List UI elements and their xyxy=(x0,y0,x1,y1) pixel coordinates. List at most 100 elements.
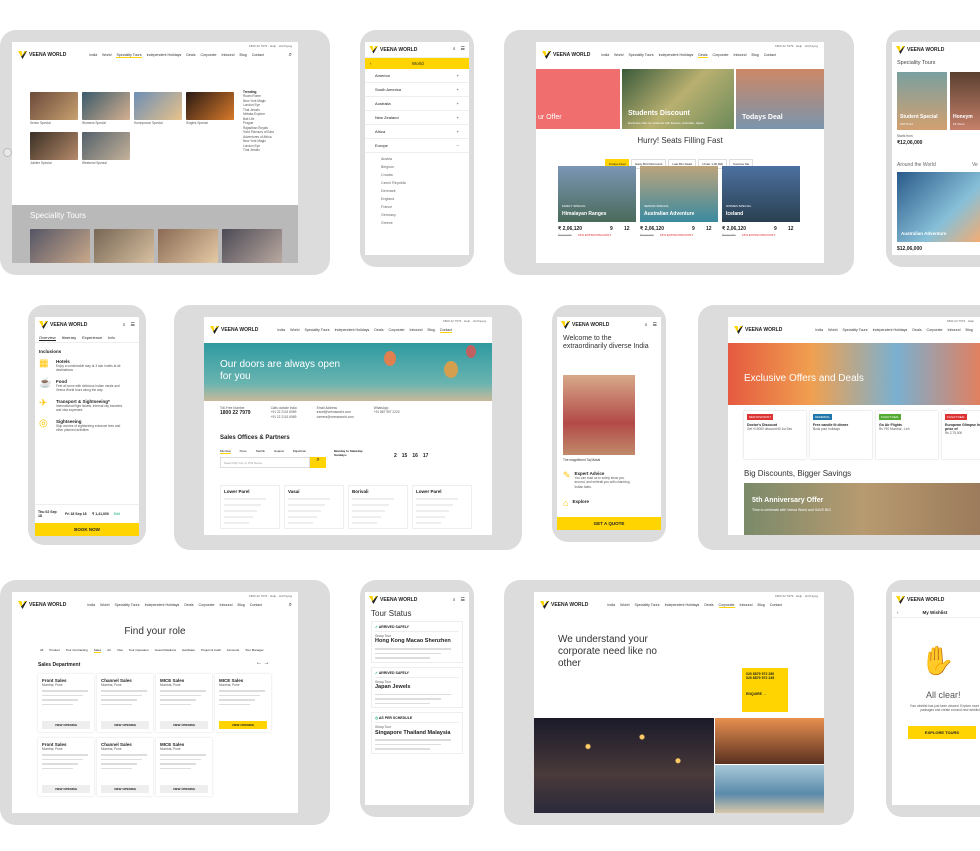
deal-card-image[interactable]: SENIOR SPECIAL Australian Adventure xyxy=(640,166,718,222)
nav-independent[interactable]: Independent Holidays xyxy=(873,328,908,332)
expand-icon[interactable]: + xyxy=(457,129,459,134)
nav-speciality[interactable]: Speciality Tours xyxy=(304,328,329,333)
expand-icon[interactable]: + xyxy=(457,115,459,120)
phone-number[interactable]: 1800 22 7979 xyxy=(249,44,267,48)
book-now-button[interactable]: BOOK NOW xyxy=(35,523,139,536)
nav-speciality[interactable]: Speciality Tours xyxy=(114,603,139,607)
search-icon[interactable]: ⌕ xyxy=(453,597,456,603)
role-filter[interactable]: Guest Relations xyxy=(155,648,176,653)
region-item[interactable]: Africa + xyxy=(365,125,469,139)
job-card[interactable]: Front Sales Mumbai, Pune VIEW OPENING xyxy=(38,674,94,732)
search-icon[interactable]: ⌕ xyxy=(123,322,126,328)
tile-image-singles[interactable] xyxy=(186,92,234,120)
nav-inbound[interactable]: Inbound xyxy=(734,53,747,58)
nav-blog[interactable]: Blog xyxy=(752,53,759,58)
tile-image-jubilee[interactable] xyxy=(30,132,78,160)
nav-world[interactable]: World xyxy=(100,603,109,607)
nav-india[interactable]: India xyxy=(815,328,823,332)
nav-independent[interactable]: Independent Holidays xyxy=(145,603,180,607)
nav-corporate[interactable]: Corporate xyxy=(389,328,405,333)
city-tab[interactable]: Mumbai xyxy=(220,449,231,454)
country-item[interactable]: France xyxy=(381,203,453,211)
city-tab[interactable]: Pune xyxy=(240,449,247,454)
nav-corporate[interactable]: Corporate xyxy=(713,53,729,58)
expand-icon[interactable]: + xyxy=(457,101,459,106)
offer-card[interactable]: FLIGHT DEAL European Glimpse Inclusive pr… xyxy=(942,411,980,459)
tour-image-4[interactable] xyxy=(222,229,282,263)
nav-speciality[interactable]: Speciality Tours xyxy=(628,53,653,58)
honeymoon-card[interactable]: Honeym 16 Tours xyxy=(950,72,980,130)
logo[interactable]: VEENA WORLD xyxy=(896,46,944,54)
help-link[interactable]: Help xyxy=(968,319,974,323)
logo[interactable]: VEENA WORLD xyxy=(896,596,944,604)
user-greeting[interactable]: Hi,Prayog xyxy=(805,594,818,598)
country-item[interactable]: Germany xyxy=(381,211,453,219)
tour-status-card[interactable]: ✓ ARRIVED SAFELY Group Tour Japan Jewels xyxy=(371,666,463,709)
logo[interactable]: VEENA WORLD xyxy=(18,51,66,59)
logo[interactable]: VEENA WORLD xyxy=(734,326,782,334)
nav-corporate[interactable]: Corporate xyxy=(201,53,217,58)
nav-contact[interactable]: Contact xyxy=(770,603,782,608)
city-tab[interactable]: Rajasthan xyxy=(293,449,307,454)
tile-label-jubilee[interactable]: Jubilee Special xyxy=(30,161,51,165)
role-filter[interactable]: Accounts xyxy=(227,648,239,653)
tab-overview[interactable]: Overview xyxy=(39,335,56,341)
region-item[interactable]: America + xyxy=(365,69,469,83)
help-link[interactable]: Help xyxy=(796,44,802,48)
nav-world[interactable]: World xyxy=(102,53,111,58)
phone-number[interactable]: 1800 22 7979 xyxy=(249,594,267,598)
city-search-input[interactable]: Search By City or PIN Name xyxy=(220,457,310,468)
nav-deals[interactable]: Deals xyxy=(698,53,708,58)
nav-independent[interactable]: Independent Holidays xyxy=(335,328,370,333)
search-button[interactable]: ⌕ xyxy=(310,457,326,468)
tile-image-senior[interactable] xyxy=(30,92,78,120)
nav-speciality[interactable]: Speciality Tours xyxy=(842,328,867,332)
nav-inbound[interactable]: Inbound xyxy=(740,603,753,608)
menu-icon[interactable]: ☰ xyxy=(653,322,657,328)
help-link[interactable]: Help xyxy=(796,594,802,598)
nav-deals[interactable]: Deals xyxy=(184,603,193,607)
nav-deals[interactable]: Deals xyxy=(704,603,713,608)
view-opening-button[interactable]: VIEW OPENING xyxy=(160,721,208,729)
country-item[interactable]: Czech Republic xyxy=(381,179,453,187)
job-card[interactable]: Channel Sales Mumbai, Pune VIEW OPENING xyxy=(97,674,153,732)
job-card[interactable]: MICE Sales Mumbai, Pune VIEW OPENING xyxy=(156,674,212,732)
help-link[interactable]: Help xyxy=(464,319,470,323)
role-filter[interactable]: Visa xyxy=(117,648,123,653)
view-opening-button[interactable]: VIEW OPENING xyxy=(101,785,149,793)
help-link[interactable]: Help xyxy=(270,594,276,598)
logo[interactable]: VEENA WORLD xyxy=(18,601,66,609)
prev-arrow-icon[interactable]: ← xyxy=(256,660,262,666)
office-card[interactable]: Lower Parel xyxy=(412,485,472,529)
tab-experience[interactable]: Experience xyxy=(82,335,102,340)
nav-inbound[interactable]: Inbound xyxy=(222,53,235,58)
menu-icon[interactable]: ☰ xyxy=(131,322,135,328)
toll-free-number[interactable]: 1800 22 7979 xyxy=(220,410,251,416)
expand-icon[interactable]: − xyxy=(457,143,459,148)
view-opening-button[interactable]: VIEW OPENING xyxy=(42,785,90,793)
deal-card-image[interactable]: WOMEN SPECIAL Iceland xyxy=(722,166,800,222)
menu-icon[interactable]: ☰ xyxy=(461,597,465,603)
job-card[interactable]: Channel Sales Mumbai, Pune VIEW OPENING xyxy=(97,738,153,796)
role-filter[interactable]: Sales xyxy=(93,648,102,653)
nav-contact[interactable]: Contact xyxy=(439,328,453,333)
phone-number[interactable]: 1800 22 7979 xyxy=(443,319,461,323)
city-tab[interactable]: Nashik xyxy=(256,449,265,454)
tour-status-card[interactable]: ✓ ARRIVED SAFELY Group Tour Hong Kong Maca… xyxy=(371,621,463,663)
country-item[interactable]: Belgium xyxy=(381,163,453,171)
corporate-phone-2[interactable]: 020 8879 972 245 xyxy=(746,676,784,680)
view-opening-button[interactable]: VIEW OPENING xyxy=(219,721,267,729)
city-tab[interactable]: Gujarat xyxy=(274,449,284,454)
email-value[interactable]: travel@veenaworld.com careers@veenaworld… xyxy=(317,410,354,419)
nav-india[interactable]: India xyxy=(601,53,609,58)
tile-image-weekend[interactable] xyxy=(82,132,130,160)
country-item[interactable]: Greece xyxy=(381,219,453,227)
phone-number[interactable]: 1800 22 7979 xyxy=(775,594,793,598)
nav-corporate[interactable]: Corporate xyxy=(199,603,215,607)
offer-card[interactable]: FLIGHT DEAL Go Air Flights Rs 790 Mumbai -… xyxy=(876,411,938,459)
role-filter[interactable]: Product xyxy=(49,648,59,653)
offer-card[interactable]: REFERRAL Free candle lit dinner Book your … xyxy=(810,411,872,459)
country-item[interactable]: England xyxy=(381,195,453,203)
role-filter[interactable]: Tour Contracting xyxy=(66,648,88,653)
search-icon[interactable]: ⌕ xyxy=(289,52,292,58)
